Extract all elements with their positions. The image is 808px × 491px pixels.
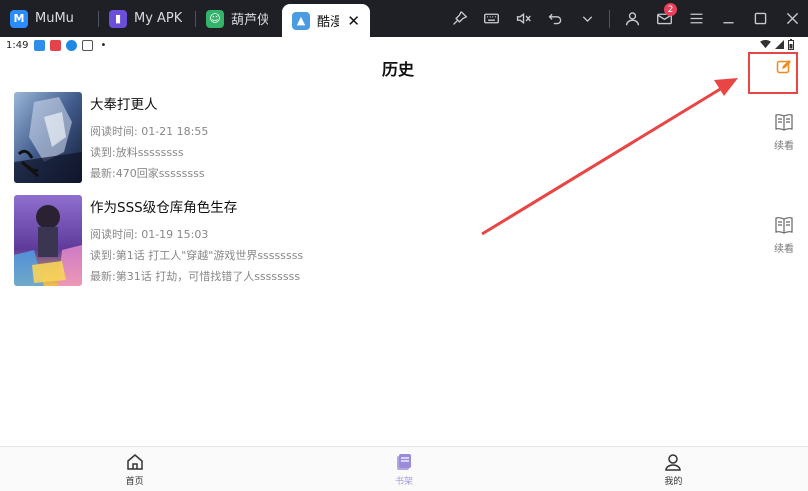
comic-title[interactable]: 大奉打更人 — [90, 93, 158, 113]
resume-button[interactable]: 续看 — [772, 112, 796, 152]
app-icon: ▲ — [292, 11, 310, 30]
emulator-toolbar: 2 — [443, 0, 808, 37]
nav-label: 首页 — [125, 477, 144, 487]
bottom-navigation: 首页 书架 我的 — [0, 446, 808, 491]
download-icon — [66, 40, 78, 51]
profile-icon — [665, 454, 682, 471]
keyboard-icon[interactable] — [475, 0, 507, 37]
toolbar-divider — [609, 9, 610, 28]
pin-icon[interactable] — [443, 0, 475, 37]
resume-button[interactable]: 续看 — [772, 215, 796, 255]
read-time: 阅读时间: 01-21 18:55 — [90, 125, 209, 138]
minimize-icon[interactable] — [712, 0, 744, 37]
page-title: 历史 — [381, 60, 414, 79]
latest-chapter: 最新:470回家ssssssss — [90, 167, 205, 180]
read-time: 阅读时间: 01-19 15:03 — [90, 228, 209, 241]
myapk-icon: ▮ — [109, 9, 127, 28]
tab-active-app[interactable]: ▲ 酷漫 ✕ — [282, 4, 370, 37]
maximize-icon[interactable] — [744, 0, 776, 37]
nav-label: 我的 — [664, 477, 683, 487]
tab-label: My APK — [134, 11, 183, 26]
mumu-icon: M — [10, 9, 28, 28]
user-icon[interactable] — [616, 0, 648, 37]
chevron-down-icon[interactable] — [571, 0, 603, 37]
read-to-chapter: 读到:第1话 打工人"穿越"游戏世界ssssssss — [90, 249, 304, 262]
latest-chapter: 最新:第31话 打劫，可惜找错了人ssssssss — [90, 270, 301, 283]
tab-label: 葫芦侠 — [231, 13, 268, 28]
resume-label: 续看 — [774, 141, 794, 152]
status-more-dot: • — [100, 40, 107, 51]
box-icon — [82, 40, 94, 51]
book-icon — [775, 114, 793, 131]
comic-cover[interactable] — [14, 92, 82, 183]
history-item[interactable]: 大奉打更人 阅读时间: 01-21 18:55 读到:放料ssssssss 最新… — [14, 92, 794, 187]
nav-label: 书架 — [394, 477, 413, 487]
tab-huluxia[interactable]: ☺ 葫芦侠 — [196, 0, 278, 37]
resume-label: 续看 — [774, 244, 794, 255]
book-icon — [775, 217, 793, 234]
notification-app-icon — [34, 40, 46, 51]
mute-icon[interactable] — [507, 0, 539, 37]
read-to-chapter: 读到:放料ssssssss — [90, 146, 184, 159]
nav-home[interactable]: 首页 — [0, 447, 269, 491]
huluxia-icon: ☺ — [206, 9, 224, 28]
status-time: 1:49 — [6, 40, 29, 51]
tab-label: 酷漫 — [317, 15, 340, 30]
comic-cover[interactable] — [14, 195, 82, 286]
tab-label: MuMu — [35, 11, 74, 26]
menu-icon[interactable] — [680, 0, 712, 37]
comic-title[interactable]: 作为SSS级仓库角色生存 — [90, 196, 237, 216]
emulator-tab-bar: M MuMu ▮ My APK ☺ 葫芦侠 ▲ 酷漫 ✕ 2 — [0, 0, 808, 37]
tab-myapk[interactable]: ▮ My APK — [99, 0, 195, 37]
tab-mumu[interactable]: M MuMu — [0, 0, 98, 37]
close-icon[interactable]: ✕ — [347, 12, 360, 30]
mail-badge: 2 — [664, 3, 677, 16]
window-close-icon[interactable] — [776, 0, 808, 37]
signal-icon — [775, 40, 784, 49]
status-right-icons — [760, 39, 794, 50]
notification-app-icon — [50, 40, 62, 51]
history-item[interactable]: 作为SSS级仓库角色生存 阅读时间: 01-19 15:03 读到:第1话 打工… — [14, 195, 794, 290]
bookshelf-icon — [396, 454, 411, 470]
battery-icon — [788, 39, 794, 50]
mail-icon[interactable]: 2 — [648, 0, 680, 37]
annotation-highlight-box — [748, 52, 798, 94]
android-status-bar: 1:49 • — [0, 37, 808, 54]
undo-icon[interactable] — [539, 0, 571, 37]
nav-bookshelf[interactable]: 书架 — [269, 447, 538, 491]
nav-profile[interactable]: 我的 — [539, 447, 808, 491]
home-icon — [126, 454, 143, 470]
wifi-icon — [760, 40, 771, 49]
